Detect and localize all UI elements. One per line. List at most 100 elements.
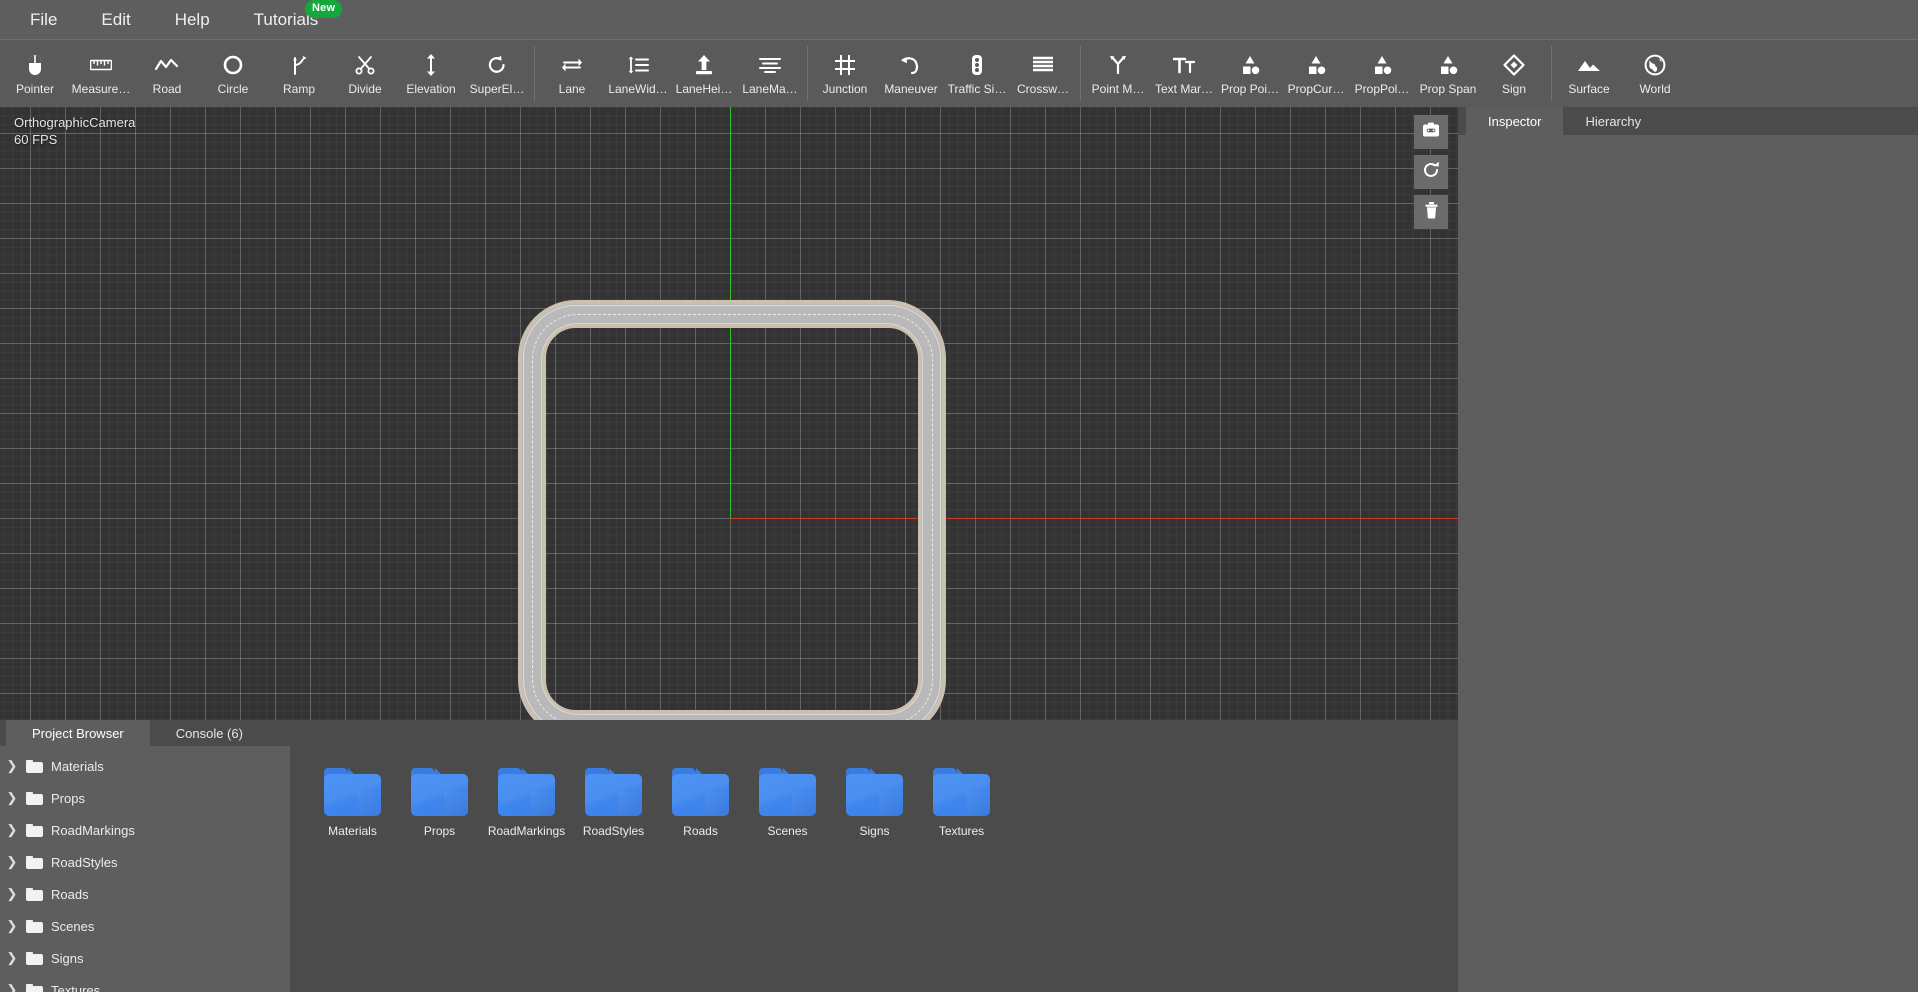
tool-group-junction: Junction Maneuver Traffic Si… Crossw… [812,40,1076,107]
folder-icon [26,919,43,933]
tool-sign[interactable]: Sign [1481,40,1547,107]
tool-maneuver[interactable]: Maneuver [878,40,944,107]
menu-item-label: Edit [101,9,131,29]
folder-item-scenes[interactable]: Scenes [744,764,831,842]
folder-icon [26,823,43,837]
tool-pointer[interactable]: Pointer [2,40,68,107]
toolbar-separator [534,46,535,101]
tree-item-label: Scenes [51,918,95,934]
tool-label: Circle [217,81,249,96]
tool-label: World [1639,81,1671,96]
tree-item-roads[interactable]: ❯ Roads [0,878,290,910]
new-badge: New [305,0,343,18]
tool-group-lane: Lane LaneWid… LaneHei… LaneMa… [539,40,803,107]
tool-label: LaneWid… [608,81,668,96]
tool-world[interactable]: World [1622,40,1688,107]
chevron-right-icon[interactable]: ❯ [6,790,18,806]
tab-console[interactable]: Console (6) [150,720,269,746]
folder-item-roadmarkings[interactable]: RoadMarkings [483,764,570,842]
globe-icon [1644,54,1666,76]
chevron-right-icon[interactable]: ❯ [6,822,18,838]
chevron-right-icon[interactable]: ❯ [6,886,18,902]
tool-label: Road [152,81,182,96]
chevron-right-icon[interactable]: ❯ [6,758,18,774]
tool-superelevation[interactable]: SuperEl… [464,40,530,107]
trash-icon [1424,201,1439,224]
tool-lane-marking[interactable]: LaneMa… [737,40,803,107]
tool-prop-polygon[interactable]: PropPol… [1349,40,1415,107]
menu-item-tutorials[interactable]: Tutorials New [232,0,343,36]
menu-item-edit[interactable]: Edit [79,4,152,36]
tool-label: LaneMa… [742,81,798,96]
polyline-icon [155,54,179,76]
tool-label: Measure… [71,81,131,96]
folder-item-props[interactable]: Props [396,764,483,842]
folder-item-signs[interactable]: Signs [831,764,918,842]
maneuver-arrow-icon [900,54,922,76]
tree-item-label: RoadMarkings [51,822,135,838]
delete-button[interactable] [1414,195,1448,229]
tool-junction[interactable]: Junction [812,40,878,107]
viewport-button-stack [1414,115,1448,229]
folder-item-roads[interactable]: Roads [657,764,744,842]
tree-item-props[interactable]: ❯ Props [0,782,290,814]
tool-road[interactable]: Road [134,40,200,107]
folder-item-roadstyles[interactable]: RoadStyles [570,764,657,842]
tree-item-label: Props [51,790,85,806]
tool-bar: Pointer Measure… Road Circle Ramp Divide… [0,39,1918,107]
tree-item-scenes[interactable]: ❯ Scenes [0,910,290,942]
tree-item-roadstyles[interactable]: ❯ RoadStyles [0,846,290,878]
tool-measure[interactable]: Measure… [68,40,134,107]
folder-item-label: Scenes [767,824,808,838]
folder-item-label: Props [423,824,456,838]
chevron-right-icon[interactable]: ❯ [6,950,18,966]
road-center-dashed-line [531,313,933,720]
tool-text-marking[interactable]: Text Mar… [1151,40,1217,107]
menu-item-help[interactable]: Help [153,4,232,36]
tab-hierarchy[interactable]: Hierarchy [1563,107,1663,135]
folder-item-materials[interactable]: Materials [309,764,396,842]
chevron-right-icon[interactable]: ❯ [6,918,18,934]
tool-prop-span[interactable]: Prop Span [1415,40,1481,107]
tool-label: Elevation [406,81,456,96]
screenshot-button[interactable] [1414,115,1448,149]
inspector-content-empty [1458,135,1918,992]
folder-icon [411,768,468,816]
chevron-right-icon[interactable]: ❯ [6,982,18,992]
tool-crosswalk[interactable]: Crossw… [1010,40,1076,107]
tool-traffic-signal[interactable]: Traffic Si… [944,40,1010,107]
folder-icon [933,768,990,816]
tree-item-textures[interactable]: ❯ Textures [0,974,290,992]
tool-label: Maneuver [884,81,938,96]
tree-item-materials[interactable]: ❯ Materials [0,750,290,782]
tool-lane-height[interactable]: LaneHei… [671,40,737,107]
tool-ramp[interactable]: Ramp [266,40,332,107]
ruler-icon [90,54,112,76]
chevron-right-icon[interactable]: ❯ [6,854,18,870]
tool-lane[interactable]: Lane [539,40,605,107]
tool-lane-width[interactable]: LaneWid… [605,40,671,107]
tool-circle[interactable]: Circle [200,40,266,107]
folder-item-label: Roads [683,824,718,838]
tree-item-signs[interactable]: ❯ Signs [0,942,290,974]
tool-label: Lane [558,81,586,96]
toolbar-separator [1551,46,1552,101]
folder-icon [26,791,43,805]
reload-button[interactable] [1414,155,1448,189]
project-folder-tree[interactable]: ❯ Materials ❯ Props ❯ RoadMarkings ❯ Roa… [0,746,291,992]
tool-point-marking[interactable]: Point M… [1085,40,1151,107]
tool-prop-curve[interactable]: PropCur… [1283,40,1349,107]
tree-item-roadmarkings[interactable]: ❯ RoadMarkings [0,814,290,846]
tool-prop-point[interactable]: Prop Poi… [1217,40,1283,107]
folder-item-textures[interactable]: Textures [918,764,1005,842]
tool-surface[interactable]: Surface [1556,40,1622,107]
circle-icon [223,54,243,76]
scene-viewport[interactable]: OrthographicCamera 60 FPS [0,107,1458,720]
tab-inspector[interactable]: Inspector [1466,107,1564,135]
camera-icon [1422,122,1440,143]
tool-divide[interactable]: Divide [332,40,398,107]
tab-project-browser[interactable]: Project Browser [6,720,150,746]
tool-elevation[interactable]: Elevation [398,40,464,107]
crosswalk-icon [1032,54,1054,76]
menu-item-file[interactable]: File [8,4,79,36]
